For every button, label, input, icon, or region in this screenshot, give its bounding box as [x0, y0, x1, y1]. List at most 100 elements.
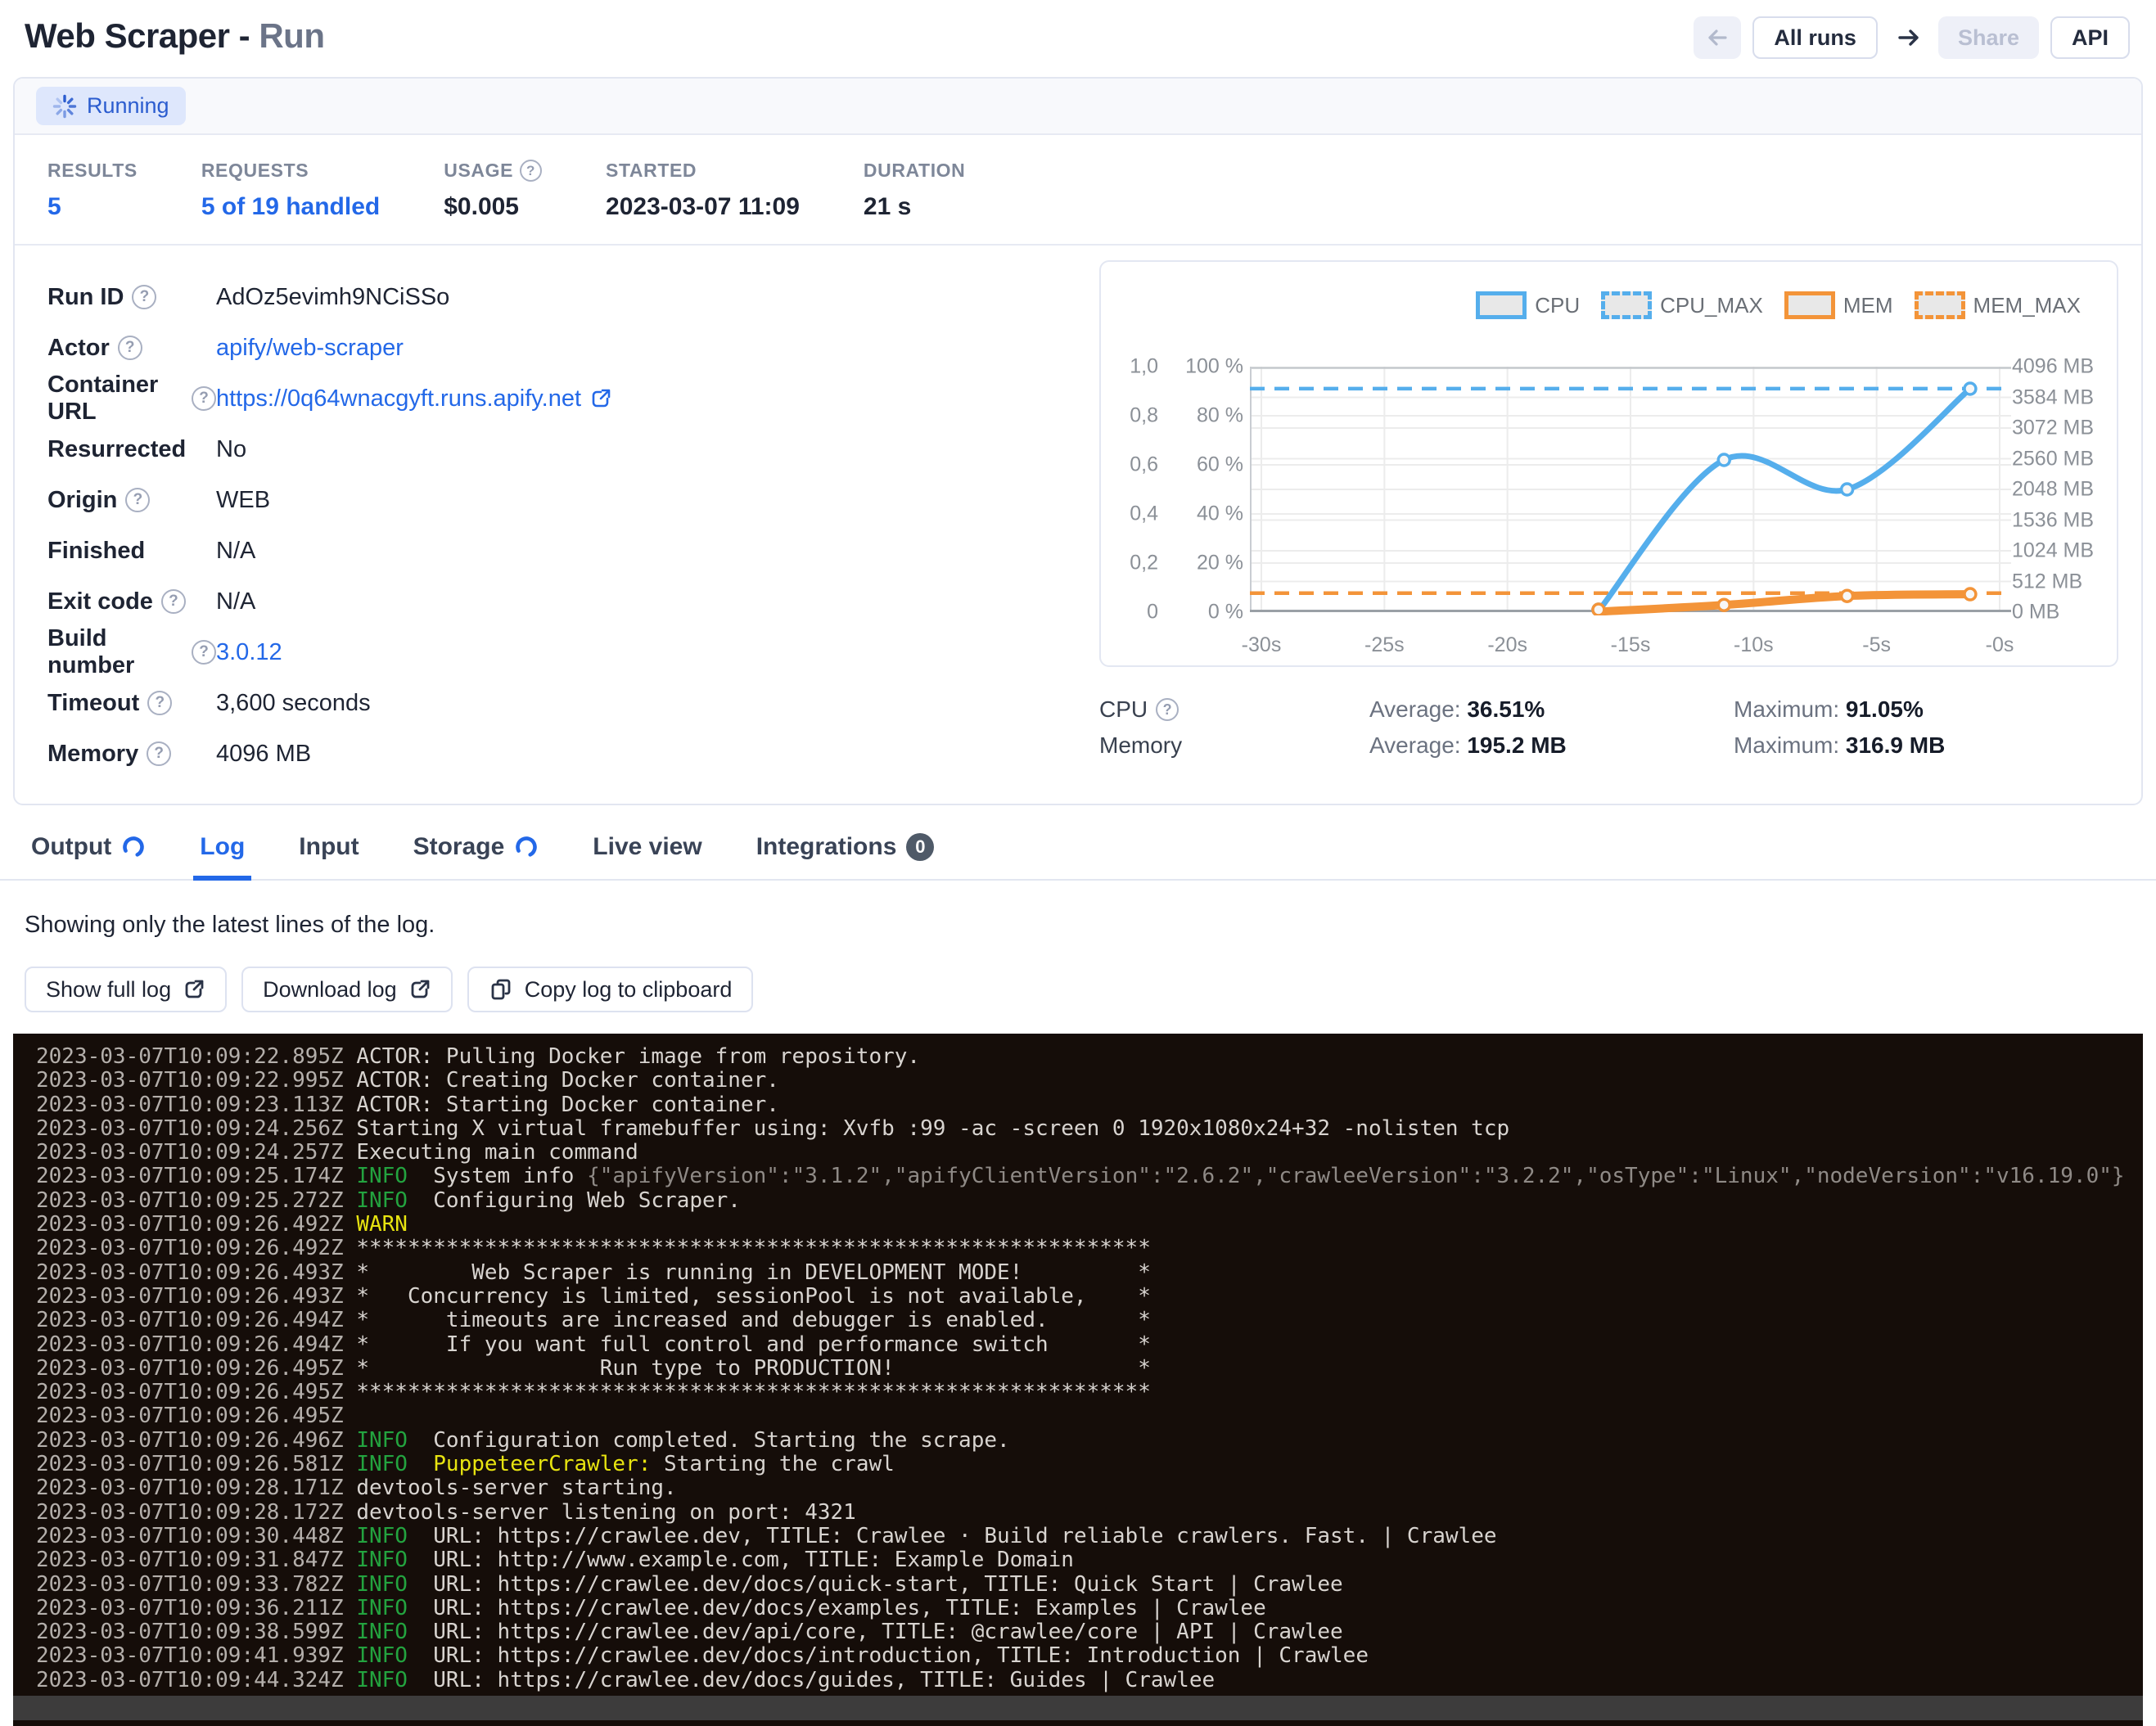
summary-row: Memory ? Average: 195.2 MB Maximum: 316.… — [1099, 728, 2118, 764]
legend-swatch — [1784, 291, 1835, 319]
stat-label-text: STARTED — [606, 160, 697, 182]
detail-value: 4096 MB — [216, 741, 311, 768]
help-icon[interactable]: ? — [1156, 698, 1179, 721]
detail-value-text: https://0q64wnacgyft.runs.apify.net — [216, 385, 581, 412]
external-link-icon[interactable] — [589, 387, 612, 410]
detail-value: N/A — [216, 588, 255, 615]
log-line: 2023-03-07T10:09:24.257Z Executing main … — [36, 1141, 2143, 1165]
tab[interactable]: Log — [198, 828, 246, 879]
axis-tick-label: 0,6 — [1130, 453, 1158, 477]
detail-label-text: Exit code — [47, 588, 153, 615]
stat-value: 5 — [47, 193, 138, 221]
tab[interactable]: Output — [29, 828, 147, 879]
legend-item-cpu[interactable]: CPU — [1476, 291, 1580, 319]
summary-row: CPU ? Average: 36.51% Maximum: 91.05% — [1099, 692, 2118, 728]
arrow-right-icon — [1894, 25, 1922, 50]
show-full-log-button[interactable]: Show full log — [25, 967, 227, 1012]
detail-value-text: N/A — [216, 538, 255, 565]
help-icon[interactable]: ? — [520, 160, 542, 182]
summary-average: Average: 195.2 MB — [1369, 732, 1734, 759]
axis-memory-labels: 4096 MB3584 MB3072 MB2560 MB2048 MB1536 … — [2012, 367, 2109, 612]
help-icon[interactable]: ? — [125, 488, 150, 512]
details-list: Run ID ? AdOz5evimh9NCiSSo Actor — [47, 260, 1099, 779]
terminal-scrollbar[interactable] — [13, 1696, 2143, 1720]
all-runs-label: All runs — [1774, 25, 1856, 51]
previous-run-button[interactable] — [1694, 16, 1741, 59]
api-button[interactable]: API — [2050, 16, 2130, 59]
average-value: 36.51% — [1467, 696, 1545, 722]
tab[interactable]: Live view — [591, 828, 703, 879]
spinner-icon — [52, 94, 77, 119]
detail-value-text: No — [216, 436, 246, 463]
tab[interactable]: Input — [297, 828, 360, 879]
log-line: 2023-03-07T10:09:26.496Z INFO Configurat… — [36, 1429, 2143, 1453]
axis-tick-label: 4096 MB — [2012, 355, 2094, 379]
stat-item: STARTED ? 2023-03-07 11:09 — [606, 160, 800, 221]
detail-label-text: Build number — [47, 625, 183, 679]
external-link-icon — [408, 978, 431, 1001]
status-badge: Running — [36, 87, 186, 125]
legend-item-cpu_max[interactable]: CPU_MAX — [1601, 291, 1763, 319]
log-line: 2023-03-07T10:09:26.493Z * Concurrency i… — [36, 1285, 2143, 1309]
detail-row: Resurrected ? No — [47, 424, 1099, 475]
legend-item-mem_max[interactable]: MEM_MAX — [1915, 291, 2081, 319]
detail-label-text: Resurrected — [47, 436, 186, 463]
time-tick-label: -0s — [1986, 633, 2014, 657]
detail-row: Origin ? WEB — [47, 475, 1099, 525]
time-tick-label: -25s — [1364, 633, 1405, 657]
share-label: Share — [1958, 25, 2019, 51]
usage-chart-panel: CPUCPU_MAXMEMMEM_MAX 1,00,80,60,40,20 10… — [1099, 260, 2118, 667]
detail-label: Actor ? — [47, 335, 216, 362]
help-icon[interactable]: ? — [192, 640, 216, 665]
arrow-left-icon — [1705, 25, 1730, 50]
legend-item-mem[interactable]: MEM — [1784, 291, 1893, 319]
help-icon[interactable]: ? — [192, 386, 216, 411]
stat-label: STARTED ? — [606, 160, 800, 182]
download-log-button[interactable]: Download log — [241, 967, 453, 1012]
stat-label: DURATION ? — [864, 160, 965, 182]
next-run-button[interactable] — [1889, 16, 1927, 59]
axis-tick-label: 0 MB — [2012, 601, 2059, 624]
page-title: Web Scraper - Run — [25, 16, 324, 56]
detail-value-text: 4096 MB — [216, 741, 311, 768]
axis-tick-label: 2048 MB — [2012, 478, 2094, 502]
stat-label: REQUESTS ? — [201, 160, 380, 182]
maximum-label: Maximum: — [1734, 732, 1839, 758]
axis-percent-labels: 100 %80 %60 %40 %20 %0 % — [1170, 367, 1243, 612]
maximum-label: Maximum: — [1734, 696, 1839, 722]
stat-value: 2023-03-07 11:09 — [606, 193, 800, 221]
copy-log-button[interactable]: Copy log to clipboard — [467, 967, 754, 1012]
detail-label: Origin ? — [47, 487, 216, 514]
log-line: 2023-03-07T10:09:33.782Z INFO URL: https… — [36, 1573, 2143, 1597]
detail-label: Timeout ? — [47, 690, 216, 717]
details-section: Run ID ? AdOz5evimh9NCiSSo Actor — [15, 246, 2141, 804]
maximum-value: 316.9 MB — [1846, 732, 1945, 758]
help-icon[interactable]: ? — [161, 589, 186, 614]
tab[interactable]: Storage — [412, 828, 541, 879]
tab[interactable]: Integrations 0 — [755, 828, 936, 879]
summary-metric-label: Memory ? — [1099, 732, 1369, 759]
help-icon[interactable]: ? — [147, 691, 172, 715]
stat-value: $0.005 — [444, 193, 542, 221]
legend-swatch — [1915, 291, 1965, 319]
tab-label: Input — [299, 833, 359, 861]
share-button[interactable]: Share — [1938, 16, 2039, 59]
detail-value-text: 3.0.12 — [216, 639, 282, 666]
page-title-suffix: Run — [259, 16, 324, 55]
detail-label: Exit code ? — [47, 588, 216, 615]
download-log-label: Download log — [263, 977, 397, 1003]
all-runs-button[interactable]: All runs — [1752, 16, 1878, 59]
help-icon[interactable]: ? — [118, 336, 142, 360]
axis-tick-label: 20 % — [1197, 552, 1243, 575]
help-icon[interactable]: ? — [132, 285, 156, 309]
detail-row: Finished ? N/A — [47, 525, 1099, 576]
detail-value: 3.0.12 — [216, 639, 282, 666]
time-tick-label: -15s — [1611, 633, 1651, 657]
help-icon[interactable]: ? — [147, 741, 171, 766]
summary-maximum: Maximum: 91.05% — [1734, 696, 2118, 723]
average-label: Average: — [1369, 696, 1461, 722]
log-line: 2023-03-07T10:09:28.171Z devtools-server… — [36, 1476, 2143, 1500]
top-actions: All runs Share API — [1694, 16, 2130, 59]
detail-row: Build number ? 3.0.12 — [47, 627, 1099, 678]
legend-swatch — [1601, 291, 1652, 319]
